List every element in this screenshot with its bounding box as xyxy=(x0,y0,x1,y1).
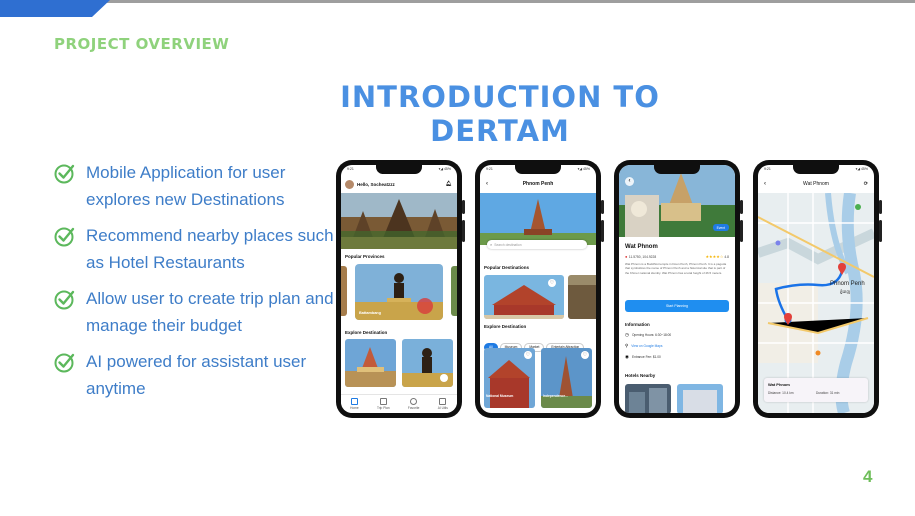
section-hotels-nearby: Hotels Nearby xyxy=(625,373,656,378)
section-information: Information xyxy=(625,322,650,327)
feature-text: AI powered for assistant user anytime xyxy=(86,352,307,398)
nav-label: AI Utils xyxy=(437,406,448,410)
feature-item: AI powered for assistant user anytime xyxy=(54,349,334,402)
screen-title: Wat Phnom xyxy=(803,181,829,187)
maps-link[interactable]: View on Google Maps xyxy=(631,344,662,348)
map-pin-icon: ⚲ xyxy=(625,343,629,348)
back-icon[interactable]: ‹ xyxy=(764,181,766,187)
search-placeholder: Search destination xyxy=(494,242,522,247)
phone-mockup-detail: ‹ Event Wat Phnom ● 11.5750, 104.9228 ★★… xyxy=(614,160,743,418)
favorite-heart-icon[interactable]: ♡ xyxy=(524,351,532,359)
start-planning-button[interactable]: Start Planning xyxy=(625,300,729,312)
nav-label: Home xyxy=(350,406,359,410)
status-icons: ▾◢ 45% xyxy=(577,167,590,171)
info-row: ◉ Entrance Fee: $1.00 xyxy=(625,354,661,360)
ticket-icon: ◉ xyxy=(625,354,629,359)
route-distance: Distance: 10.4 km xyxy=(768,391,794,395)
status-icons: ▾◢ 45% xyxy=(438,167,451,171)
nav-trip-plan[interactable]: Trip Plan xyxy=(377,398,390,410)
greeting-text: Hello, Socheatzzz xyxy=(357,181,395,187)
search-input[interactable]: ⌕ Search destination xyxy=(487,240,587,249)
event-button[interactable]: Event xyxy=(712,224,729,231)
rating-stars: ★★★★☆ xyxy=(705,254,724,259)
province-card-partial xyxy=(451,266,457,316)
card-label: Independence... xyxy=(543,394,568,398)
route-duration: Duration: 31 min xyxy=(816,391,840,395)
feature-text: Mobile Application for user explores new… xyxy=(86,163,286,209)
feature-item: Mobile Application for user explores new… xyxy=(54,160,334,213)
check-circle-icon xyxy=(54,290,75,310)
refresh-icon[interactable]: ⟳ xyxy=(864,181,868,187)
slide-title: INTRODUCTION TO DERTAM xyxy=(340,80,660,148)
nav-label: Trip Plan xyxy=(376,406,390,410)
independence-monument-image xyxy=(480,193,596,245)
place-meta: ● 11.5750, 104.9228 ★★★★☆ 4.8 xyxy=(625,254,729,259)
destination-card-image[interactable] xyxy=(345,339,396,387)
province-card-partial xyxy=(341,266,347,316)
entrance-fee: Entrance Fee: $1.00 xyxy=(631,355,661,359)
info-row[interactable]: ⚲ View on Google Maps xyxy=(625,343,662,349)
section-popular-provinces: Popular Provinces xyxy=(345,254,385,259)
nav-label: Favorite xyxy=(407,406,420,410)
route-info-card: Wat Phnom Distance: 10.4 km Duration: 31… xyxy=(764,378,868,402)
back-icon[interactable]: ‹ xyxy=(486,181,488,187)
favorite-heart-icon[interactable]: ♡ xyxy=(548,279,556,287)
hotel-card-image[interactable] xyxy=(677,384,723,413)
phone-mockup-map: 9:21 ▾◢ 45% ‹ Wat Phnom ⟳ Phnom Penh ភ្នំ… xyxy=(753,160,882,418)
section-popular-destinations: Popular Destinations xyxy=(484,265,530,270)
location-pin-icon: ● xyxy=(625,254,628,259)
check-circle-icon xyxy=(54,164,75,184)
search-icon: ⌕ xyxy=(490,242,493,247)
destination-card-image[interactable] xyxy=(568,275,596,319)
route-destination: Wat Phnom xyxy=(768,382,790,387)
favorite-heart-icon[interactable]: ♡ xyxy=(581,351,589,359)
status-icons: ▾◢ 45% xyxy=(855,167,868,171)
destination-card-image[interactable] xyxy=(402,339,453,387)
opening-hours: Opening Hours: 6:30~18:00 xyxy=(631,333,672,337)
city-screen: 9:21 ▾◢ 45% ‹ Phnom Penh ⌕ Search destina… xyxy=(480,165,596,413)
place-name: Wat Phnom xyxy=(625,244,658,250)
phone-mockup-city: 9:21 ▾◢ 45% ‹ Phnom Penh ⌕ Search destina… xyxy=(475,160,604,418)
province-card-label: Battambang xyxy=(359,311,381,315)
section-explore-destination: Explore Destination xyxy=(345,330,388,335)
section-kicker: PROJECT OVERVIEW xyxy=(54,35,230,53)
feature-text: Allow user to create trip plan and manag… xyxy=(86,289,334,335)
section-explore-destination: Explore Destination xyxy=(484,324,527,329)
avatar[interactable] xyxy=(345,179,354,189)
status-time: 9:21 xyxy=(347,167,354,171)
page-number: 4 xyxy=(863,467,873,486)
home-screen: 9:21 ▾◢ 45% Hello, Socheatzzz 🔔︎ Popular … xyxy=(341,165,457,413)
check-circle-icon xyxy=(54,227,75,247)
nav-home[interactable]: Home xyxy=(350,398,359,410)
feature-text: Recommend nearby places such as Hotel Re… xyxy=(86,226,334,272)
city-label-khmer: ភ្នំពេញ xyxy=(840,289,851,294)
rating-value: 4.8 xyxy=(724,254,729,259)
place-description: Wat Phnom is a Buddhist temple in Doun P… xyxy=(625,262,727,275)
check-circle-icon xyxy=(54,353,75,373)
bottom-nav: Home Trip Plan Favorite AI Utils xyxy=(341,394,457,413)
top-rule xyxy=(0,0,915,3)
feature-list: Mobile Application for user explores new… xyxy=(54,160,334,412)
card-label: National Museum xyxy=(486,394,514,398)
nav-ai-utils[interactable]: AI Utils xyxy=(438,398,448,410)
hotel-card-image[interactable] xyxy=(625,384,671,413)
status-time: 9:21 xyxy=(486,167,493,171)
nav-favorite[interactable]: Favorite xyxy=(407,398,420,410)
angkor-hero-image xyxy=(341,193,457,249)
city-label: Phnom Penh xyxy=(830,281,865,287)
back-button[interactable]: ‹ xyxy=(625,177,634,186)
feature-item: Allow user to create trip plan and manag… xyxy=(54,286,334,339)
feature-item: Recommend nearby places such as Hotel Re… xyxy=(54,223,334,276)
corner-accent-bar xyxy=(0,0,110,17)
coordinates: 11.5750, 104.9228 xyxy=(628,254,657,259)
status-time: 9:21 xyxy=(764,167,771,171)
clock-icon: ◷ xyxy=(625,332,629,337)
phone-mockup-home: 9:21 ▾◢ 45% Hello, Socheatzzz 🔔︎ Popular … xyxy=(336,160,465,418)
info-row: ◷ Opening Hours: 6:30~18:00 xyxy=(625,332,671,338)
detail-screen: ‹ Event Wat Phnom ● 11.5750, 104.9228 ★★… xyxy=(619,165,735,413)
bell-icon[interactable]: 🔔︎ xyxy=(446,181,452,187)
map-screen: 9:21 ▾◢ 45% ‹ Wat Phnom ⟳ Phnom Penh ភ្នំ… xyxy=(758,165,874,413)
screen-title: Phnom Penh xyxy=(522,181,554,187)
